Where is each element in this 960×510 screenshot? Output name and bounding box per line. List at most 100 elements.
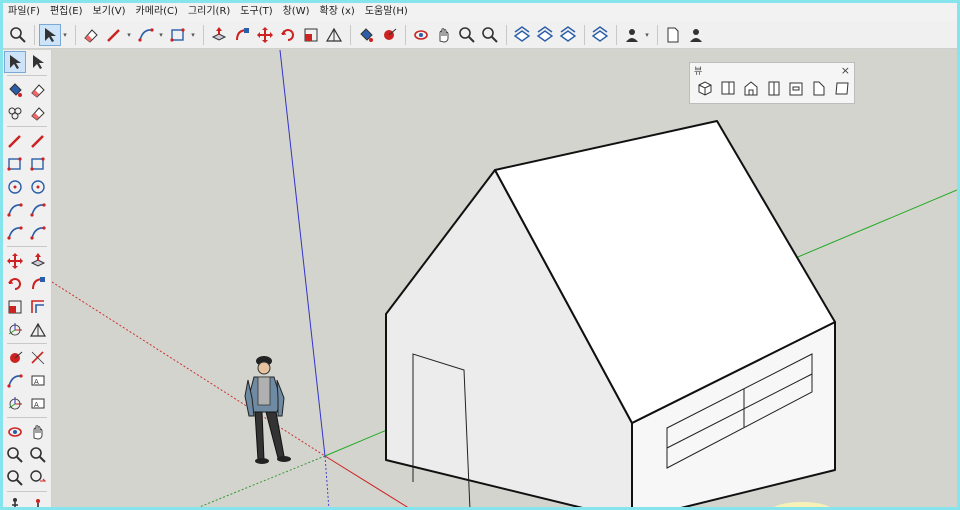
protractor-icon[interactable] xyxy=(27,319,49,341)
protractor-arc-icon[interactable] xyxy=(4,370,26,392)
menu-item-4[interactable]: 그리기(R) xyxy=(183,3,235,21)
two-point-arc-icon[interactable] xyxy=(27,199,49,221)
left-toolbar-row xyxy=(3,346,51,369)
top-view-icon[interactable] xyxy=(717,77,739,99)
warehouse-icon[interactable] xyxy=(511,24,533,46)
layout-icon[interactable] xyxy=(557,24,579,46)
dropdown-arrow-icon[interactable]: ▾ xyxy=(62,24,68,46)
drawing-viewport[interactable] xyxy=(52,50,957,510)
back-view-icon[interactable] xyxy=(785,77,807,99)
zoom-tool-icon[interactable] xyxy=(7,24,29,46)
left-view-icon[interactable] xyxy=(808,77,830,99)
dimension-icon[interactable] xyxy=(27,347,49,369)
walk-icon[interactable] xyxy=(4,495,26,507)
toolbar-separator xyxy=(584,24,585,45)
menu-item-2[interactable]: 보기(V) xyxy=(88,3,131,21)
orbit-icon[interactable] xyxy=(4,421,26,443)
left-toolbar-row: A xyxy=(3,369,51,392)
zoom-extents-icon[interactable] xyxy=(4,467,26,489)
rotated-rectangle-icon[interactable] xyxy=(27,153,49,175)
move-tool-icon[interactable] xyxy=(254,24,276,46)
views-panel[interactable]: 뷰 × xyxy=(689,62,855,104)
house-model[interactable] xyxy=(385,120,836,510)
user-account-icon[interactable] xyxy=(685,24,707,46)
rectangle-tool-icon[interactable] xyxy=(167,24,189,46)
offset-icon[interactable] xyxy=(27,296,49,318)
eraser-soft-icon[interactable] xyxy=(27,102,49,124)
axes-icon[interactable] xyxy=(4,319,26,341)
toolbar-separator xyxy=(34,24,35,45)
protractor-icon[interactable] xyxy=(323,24,345,46)
views-panel-items xyxy=(690,77,854,99)
follow-me-icon[interactable] xyxy=(27,273,49,295)
dropdown-arrow-icon[interactable]: ▾ xyxy=(644,24,650,46)
dropdown-arrow-icon[interactable]: ▾ xyxy=(158,24,164,46)
tape-measure-icon[interactable] xyxy=(4,347,26,369)
paint-bucket-icon[interactable] xyxy=(355,24,377,46)
close-icon[interactable]: × xyxy=(841,64,850,77)
front-view-icon[interactable] xyxy=(740,77,762,99)
bottom-view-icon[interactable] xyxy=(831,77,853,99)
tag-icon[interactable] xyxy=(4,102,26,124)
orbit-icon[interactable] xyxy=(410,24,432,46)
left-toolbar-row xyxy=(3,272,51,295)
polygon-icon[interactable] xyxy=(27,176,49,198)
pan-icon[interactable] xyxy=(433,24,455,46)
toolbar-separator xyxy=(616,24,617,45)
menu-item-8[interactable]: 도움말(H) xyxy=(360,3,413,21)
new-file-icon[interactable] xyxy=(662,24,684,46)
freehand-icon[interactable] xyxy=(27,130,49,152)
pan-icon[interactable] xyxy=(27,421,49,443)
eraser-tool-icon[interactable] xyxy=(80,24,102,46)
left-toolbar-row xyxy=(3,295,51,318)
zoom-window-icon[interactable] xyxy=(27,444,49,466)
dropdown-arrow-icon[interactable]: ▾ xyxy=(126,24,132,46)
circle-icon[interactable] xyxy=(4,176,26,198)
menu-item-3[interactable]: 카메라(C) xyxy=(131,3,183,21)
dropdown-arrow-icon[interactable]: ▾ xyxy=(190,24,196,46)
scale-icon[interactable] xyxy=(4,296,26,318)
send-to-layout-icon[interactable] xyxy=(589,24,611,46)
push-pull-icon[interactable] xyxy=(208,24,230,46)
menu-item-5[interactable]: 도구(T) xyxy=(235,3,277,21)
menu-item-6[interactable]: 창(W) xyxy=(278,3,315,21)
rectangle-icon[interactable] xyxy=(4,153,26,175)
arc-icon[interactable] xyxy=(4,199,26,221)
model-scene xyxy=(52,50,957,510)
axes-tool-icon[interactable] xyxy=(4,393,26,415)
previous-view-icon[interactable] xyxy=(27,467,49,489)
text-label-icon[interactable]: A xyxy=(27,370,49,392)
select-arrow-icon[interactable] xyxy=(4,50,26,73)
rotate-tool-icon[interactable] xyxy=(277,24,299,46)
extension-warehouse-icon[interactable] xyxy=(534,24,556,46)
zoom-extents-icon[interactable] xyxy=(479,24,501,46)
iso-view-icon[interactable] xyxy=(694,77,716,99)
eraser-icon[interactable] xyxy=(27,79,49,101)
position-camera-icon[interactable] xyxy=(27,495,49,507)
menu-item-7[interactable]: 확장 (x) xyxy=(315,3,360,21)
lasso-select-icon[interactable] xyxy=(27,51,49,73)
person-figure[interactable] xyxy=(244,356,291,464)
paint-bucket-icon[interactable] xyxy=(4,79,26,101)
svg-text:A: A xyxy=(34,378,39,386)
select-tool-icon[interactable] xyxy=(39,23,61,46)
push-pull-icon[interactable] xyxy=(27,250,49,272)
pencil-icon[interactable] xyxy=(4,130,26,152)
move-icon[interactable] xyxy=(4,250,26,272)
zoom-window-icon[interactable] xyxy=(456,24,478,46)
rotate-icon[interactable] xyxy=(4,273,26,295)
right-view-icon[interactable] xyxy=(763,77,785,99)
three-point-arc-icon[interactable] xyxy=(27,222,49,244)
left-toolbar-row xyxy=(3,198,51,221)
menu-item-0[interactable]: 파일(F) xyxy=(3,3,45,21)
pencil-line-icon[interactable] xyxy=(103,24,125,46)
menu-item-1[interactable]: 편집(E) xyxy=(45,3,88,21)
follow-me-icon[interactable] xyxy=(231,24,253,46)
arc-tool-icon[interactable] xyxy=(135,24,157,46)
zoom-icon[interactable] xyxy=(4,444,26,466)
3d-text-icon[interactable]: A xyxy=(27,393,49,415)
scale-tool-icon[interactable] xyxy=(300,24,322,46)
tape-measure-icon[interactable] xyxy=(378,24,400,46)
pie-icon[interactable] xyxy=(4,222,26,244)
profile-icon[interactable] xyxy=(621,24,643,46)
